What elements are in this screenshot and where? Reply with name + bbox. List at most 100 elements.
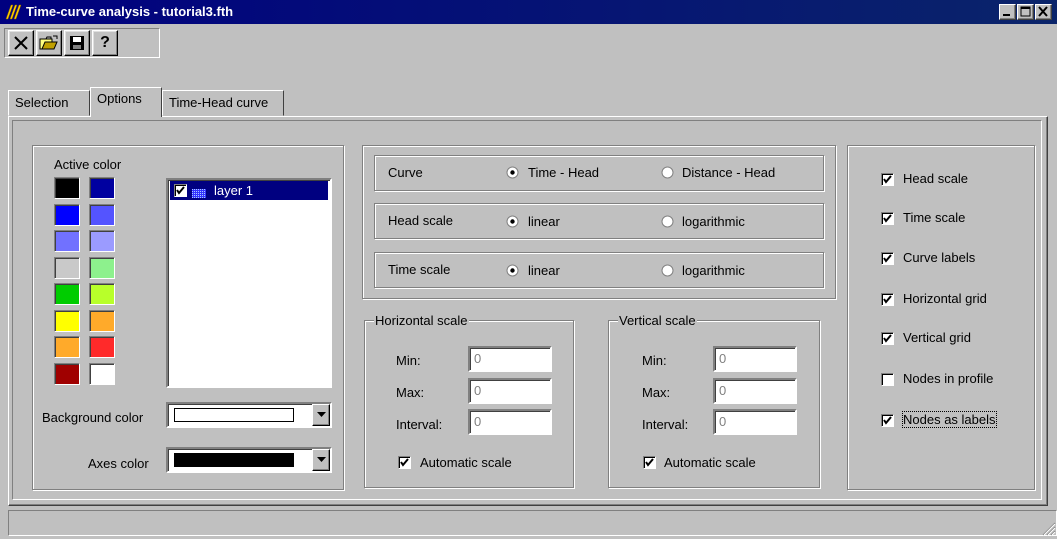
window-title: Time-curve analysis - tutorial3.fth	[26, 4, 234, 19]
axes-color-swatch	[174, 453, 294, 467]
tab-options[interactable]: Options	[90, 87, 162, 117]
tab-time-head-curve[interactable]: Time-Head curve	[162, 90, 284, 116]
layer-color-icon	[192, 186, 206, 198]
vertical-interval-label: Interval:	[642, 417, 689, 432]
radio-time-linear-label[interactable]: linear	[528, 263, 560, 278]
curve-label: Curve	[388, 165, 423, 180]
horizontal-auto-checkbox[interactable]	[398, 456, 411, 469]
chevron-down-icon	[316, 457, 326, 462]
horizontal-auto-label[interactable]: Automatic scale	[420, 455, 512, 470]
horizontal-max-label: Max:	[396, 385, 425, 400]
display-option-label[interactable]: Nodes as labels	[902, 411, 997, 428]
display-option-checkbox[interactable]	[881, 252, 894, 265]
x-icon	[14, 36, 28, 50]
close-file-button[interactable]	[8, 30, 34, 56]
color-swatch[interactable]	[54, 256, 80, 279]
horizontal-min-input[interactable]: 0	[468, 346, 552, 372]
radio-time-head[interactable]	[506, 166, 519, 182]
color-swatch[interactable]	[89, 336, 115, 358]
vertical-min-label: Min:	[642, 353, 667, 368]
vertical-auto-label[interactable]: Automatic scale	[664, 455, 756, 470]
color-swatch[interactable]	[89, 203, 115, 226]
time-scale-label: Time scale	[388, 262, 451, 277]
vertical-max-input[interactable]: 0	[713, 378, 797, 404]
color-swatch[interactable]	[89, 230, 115, 252]
display-option-label[interactable]: Curve labels	[903, 250, 975, 265]
display-option-checkbox[interactable]	[881, 414, 894, 427]
color-swatch[interactable]	[54, 309, 80, 332]
horizontal-max-input[interactable]: 0	[468, 378, 552, 404]
radio-time-logarithmic-label[interactable]: logarithmic	[682, 263, 745, 278]
radio-distance-head[interactable]	[661, 166, 674, 182]
radio-distance-head-label[interactable]: Distance - Head	[682, 165, 775, 180]
radio-time-logarithmic[interactable]	[661, 264, 674, 280]
floppy-disk-icon	[70, 36, 84, 50]
color-swatch[interactable]	[89, 177, 115, 199]
save-button[interactable]	[64, 30, 90, 56]
radio-head-logarithmic[interactable]	[661, 215, 674, 231]
background-color-swatch	[174, 408, 294, 422]
title-bar[interactable]: Time-curve analysis - tutorial3.fth	[0, 0, 1057, 24]
minimize-icon	[1003, 14, 1010, 16]
display-option-checkbox[interactable]	[881, 293, 894, 306]
radio-head-linear[interactable]	[506, 215, 519, 231]
display-options-panel	[847, 145, 1035, 490]
vertical-interval-input[interactable]: 0	[713, 409, 797, 435]
color-swatch[interactable]	[89, 283, 115, 305]
color-swatch[interactable]	[89, 362, 115, 385]
resize-grip-icon[interactable]	[1040, 520, 1056, 536]
chevron-down-icon	[316, 412, 326, 417]
vertical-scale-title: Vertical scale	[618, 313, 697, 328]
horizontal-scale-title: Horizontal scale	[374, 313, 469, 328]
minimize-button[interactable]	[999, 4, 1016, 20]
display-option-label[interactable]: Head scale	[903, 171, 968, 186]
background-color-dropdown-button[interactable]	[312, 404, 330, 426]
color-swatch[interactable]	[89, 309, 115, 332]
maximize-button[interactable]	[1017, 4, 1034, 20]
color-swatch[interactable]	[89, 256, 115, 279]
layer-checkbox[interactable]	[174, 184, 187, 197]
display-option-label[interactable]: Nodes in profile	[903, 371, 993, 386]
close-icon	[1038, 6, 1048, 17]
app-icon	[4, 3, 22, 21]
list-item[interactable]: layer 1	[170, 181, 328, 200]
horizontal-min-label: Min:	[396, 353, 421, 368]
axes-color-dropdown-button[interactable]	[312, 449, 330, 471]
axes-color-select[interactable]	[166, 447, 332, 473]
layer-list[interactable]: layer 1	[166, 178, 332, 388]
head-scale-label: Head scale	[388, 213, 454, 228]
display-option-label[interactable]: Vertical grid	[903, 330, 971, 345]
close-button[interactable]	[1035, 4, 1052, 20]
radio-head-logarithmic-label[interactable]: logarithmic	[682, 214, 745, 229]
color-swatch[interactable]	[54, 230, 80, 252]
radio-head-linear-label[interactable]: linear	[528, 214, 560, 229]
radio-time-head-label[interactable]: Time - Head	[528, 165, 599, 180]
layer-name: layer 1	[214, 183, 254, 198]
display-option-label[interactable]: Time scale	[903, 210, 965, 225]
vertical-min-input[interactable]: 0	[713, 346, 797, 372]
display-option-checkbox[interactable]	[881, 212, 894, 225]
question-icon: ?	[100, 34, 110, 51]
display-option-checkbox[interactable]	[881, 173, 894, 186]
help-button[interactable]: ?	[92, 30, 118, 56]
color-swatch[interactable]	[54, 177, 80, 199]
vertical-max-label: Max:	[642, 385, 671, 400]
open-button[interactable]	[36, 30, 62, 56]
background-color-label: Background color	[42, 410, 144, 425]
background-color-select[interactable]	[166, 402, 332, 428]
axes-color-label: Axes color	[88, 456, 149, 471]
horizontal-interval-label: Interval:	[396, 417, 443, 432]
radio-time-linear[interactable]	[506, 264, 519, 280]
folder-open-icon	[39, 35, 58, 50]
display-option-label[interactable]: Horizontal grid	[903, 291, 987, 306]
color-swatch[interactable]	[54, 203, 80, 226]
color-swatch[interactable]	[54, 362, 80, 385]
color-swatch[interactable]	[54, 283, 80, 305]
display-option-checkbox[interactable]	[881, 373, 894, 386]
color-swatch[interactable]	[54, 336, 80, 358]
horizontal-interval-input[interactable]: 0	[468, 409, 552, 435]
display-option-checkbox[interactable]	[881, 332, 894, 345]
vertical-auto-checkbox[interactable]	[643, 456, 656, 469]
tab-selection[interactable]: Selection	[8, 90, 90, 116]
active-color-label: Active color	[54, 157, 122, 172]
